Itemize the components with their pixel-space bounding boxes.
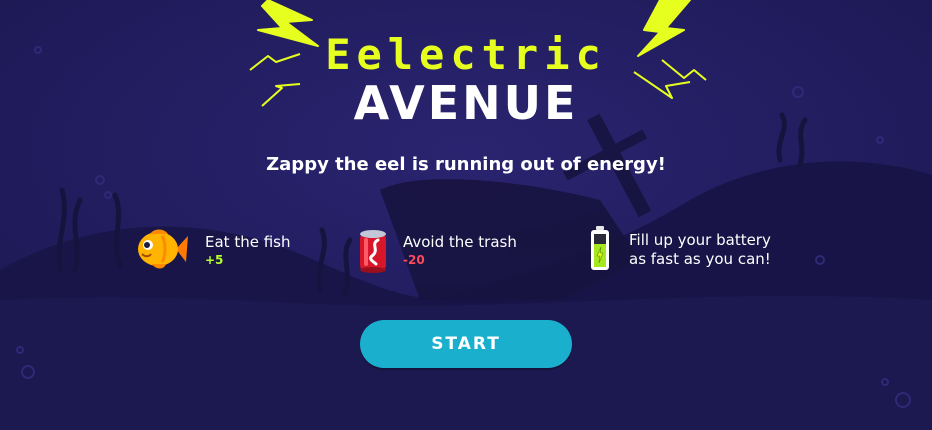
trash-points: -20 bbox=[403, 253, 425, 267]
start-button[interactable]: START bbox=[360, 320, 572, 368]
instruction-trash-text: Avoid the trash bbox=[403, 233, 517, 251]
instruction-battery-line2: as fast as you can! bbox=[629, 250, 771, 268]
instruction-battery-line1: Fill up your battery bbox=[629, 231, 771, 249]
soda-can-icon bbox=[360, 230, 386, 273]
instruction-trash: Avoid the trash -20 bbox=[403, 233, 517, 268]
fish-icon bbox=[138, 229, 188, 269]
battery-icon bbox=[591, 226, 609, 270]
game-title-line2: AVENUE bbox=[353, 76, 579, 130]
game-subtitle: Zappy the eel is running out of energy! bbox=[266, 154, 666, 175]
fish-points: +5 bbox=[205, 253, 224, 267]
instruction-fish: Eat the fish +5 bbox=[205, 233, 290, 268]
game-title-line1: Eelectric bbox=[325, 30, 607, 79]
instruction-fish-text: Eat the fish bbox=[205, 233, 291, 251]
instruction-battery: Fill up your battery as fast as you can! bbox=[629, 231, 771, 269]
